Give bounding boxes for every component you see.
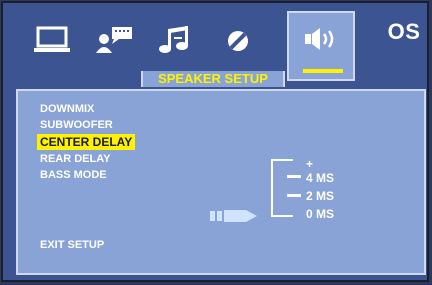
tab-display[interactable]: [23, 11, 81, 69]
page-title: SPEAKER SETUP: [141, 71, 285, 87]
option-plus[interactable]: +: [306, 157, 313, 171]
speaker-icon: [305, 28, 334, 50]
scale-tick-4ms: [287, 175, 301, 178]
option-2ms[interactable]: 2 MS: [306, 189, 334, 203]
speaker-setup-menu: DOWNMIX SUBWOOFER CENTER DELAY REAR DELA…: [37, 101, 136, 183]
option-4ms[interactable]: 4 MS: [306, 171, 334, 185]
monitor-icon: [34, 26, 70, 52]
menu-item-downmix[interactable]: DOWNMIX: [37, 101, 135, 117]
tab-speaker[interactable]: [287, 11, 355, 81]
option-0ms[interactable]: 0 MS: [306, 207, 334, 221]
disc-icon: [228, 31, 248, 51]
speaker-setup-panel: DOWNMIX SUBWOOFER CENTER DELAY REAR DELA…: [16, 89, 426, 275]
option-scale-bracket: [271, 159, 293, 217]
tab-os-label: OS: [387, 19, 421, 44]
menu-item-subwoofer[interactable]: SUBWOOFER: [37, 117, 135, 133]
setup-tab-bar: OS: [9, 11, 429, 81]
menu-item-rear-delay[interactable]: REAR DELAY: [37, 151, 135, 167]
active-tab-underline: [303, 69, 343, 73]
music-note-icon: [159, 26, 188, 53]
tab-language[interactable]: [85, 11, 143, 69]
selection-arrow-icon: [210, 210, 257, 222]
menu-item-bass-mode[interactable]: BASS MODE: [37, 167, 135, 183]
exit-setup-button[interactable]: EXIT SETUP: [40, 239, 104, 251]
menu-item-center-delay[interactable]: CENTER DELAY: [37, 134, 136, 150]
tab-parental[interactable]: [209, 11, 267, 69]
tab-os[interactable]: OS: [375, 3, 432, 61]
setup-screen: OS SPEAKER SETUP DOWNMIX SUBWOOFER CENTE…: [0, 0, 432, 285]
person-speech-icon: [96, 27, 132, 53]
setup-frame: OS SPEAKER SETUP DOWNMIX SUBWOOFER CENTE…: [1, 1, 429, 282]
tab-audio[interactable]: [147, 11, 205, 69]
scale-tick-2ms: [287, 194, 301, 197]
